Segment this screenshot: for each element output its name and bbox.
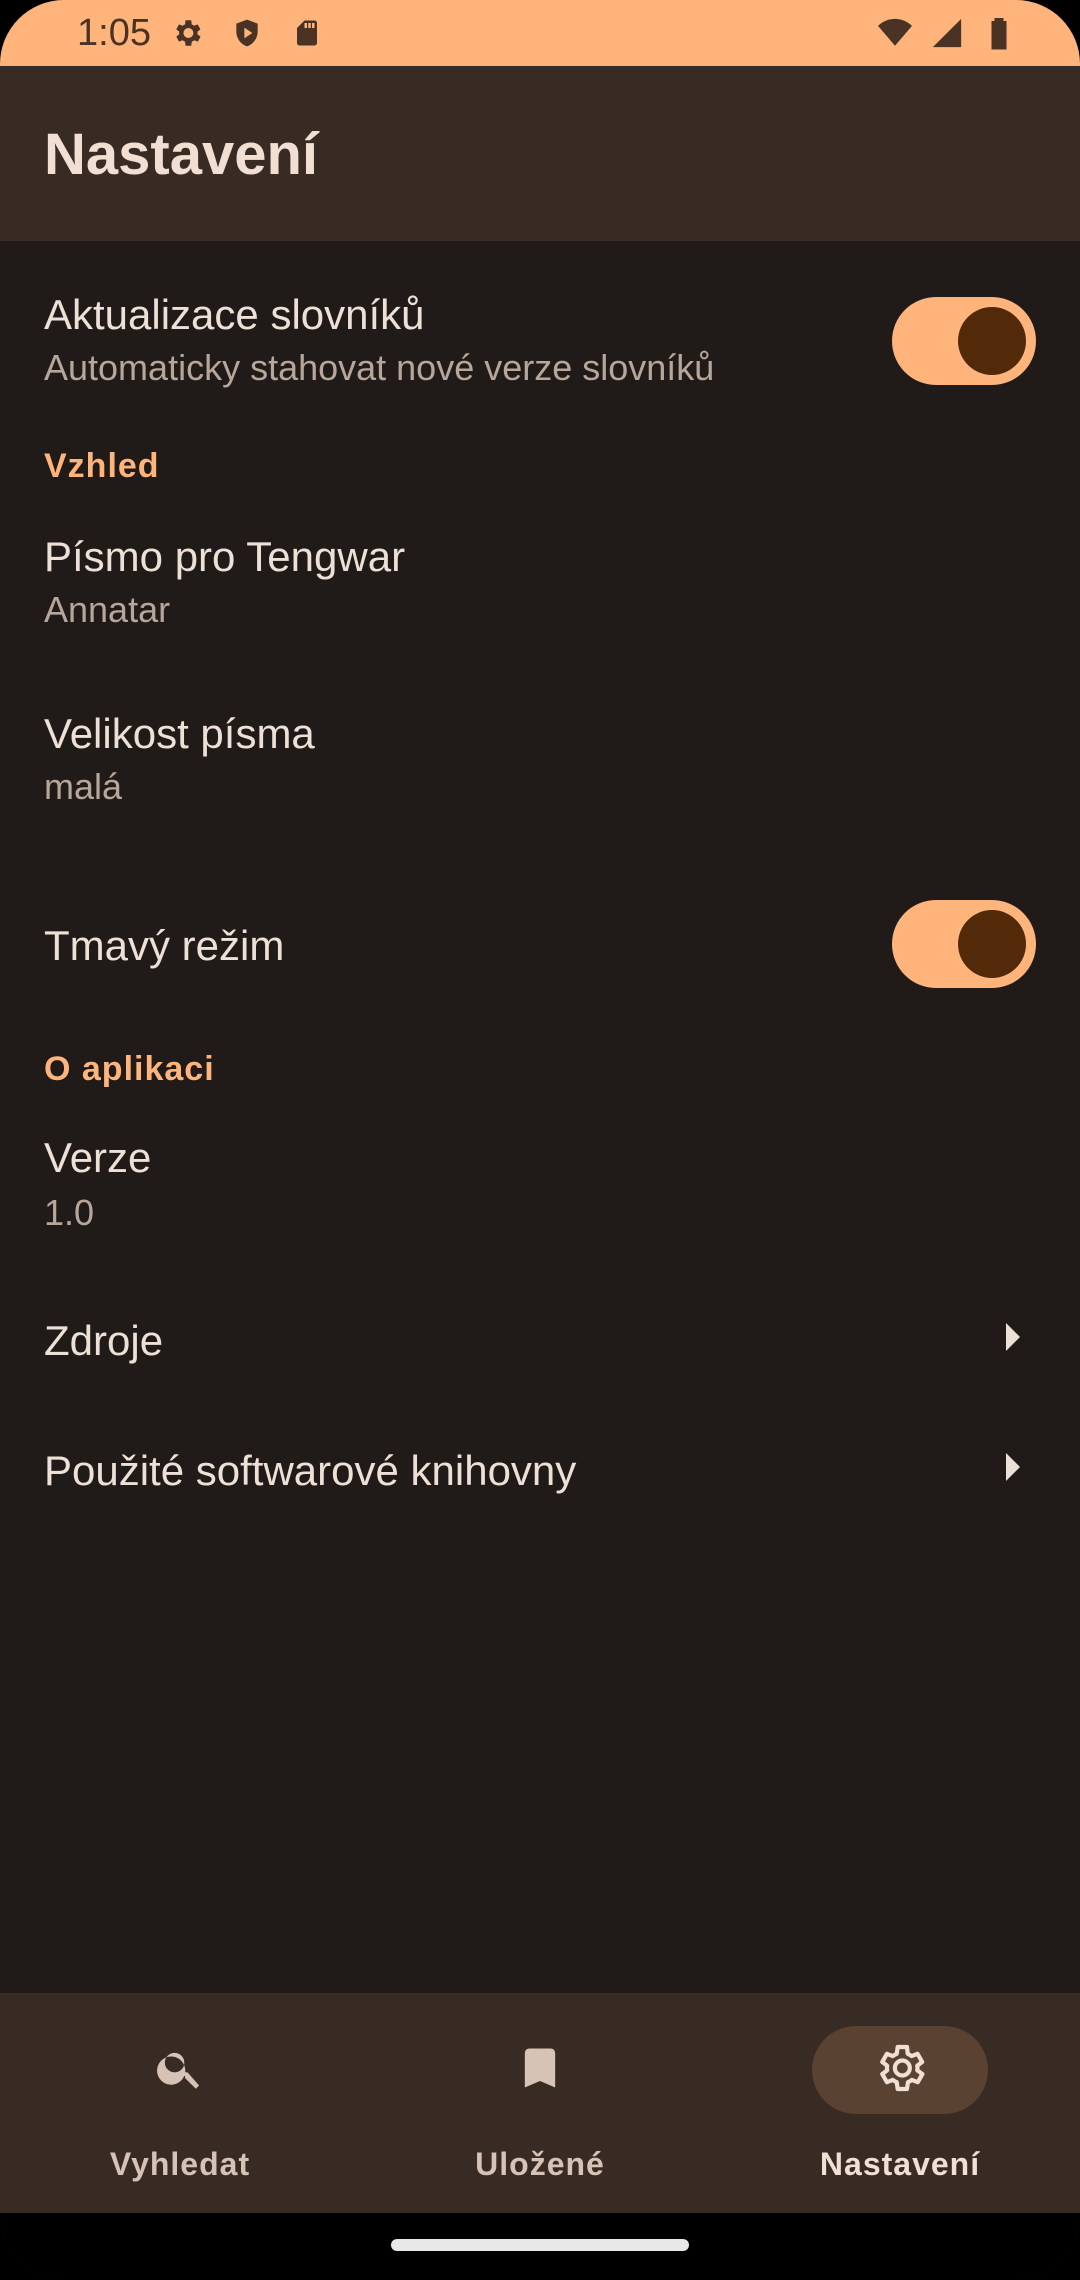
nav-item-search[interactable]: Vyhledat bbox=[0, 1993, 360, 2213]
gear-icon bbox=[168, 14, 206, 52]
tengwar-font-value: Annatar bbox=[44, 589, 171, 630]
nav-pill-search bbox=[92, 2026, 268, 2114]
nav-label-settings: Nastavení bbox=[819, 2146, 981, 2182]
font-size-title: Velikost písma bbox=[44, 710, 315, 757]
signal-icon bbox=[928, 14, 966, 52]
chevron-right-icon bbox=[1006, 1323, 1020, 1351]
app-bar: Nastavení bbox=[0, 66, 1080, 241]
chevron-right-icon bbox=[1006, 1453, 1020, 1481]
dictionary-updates-title: Aktualizace slovníků bbox=[44, 291, 425, 338]
nav-label-saved: Uložené bbox=[475, 2146, 605, 2182]
sources-title: Zdroje bbox=[44, 1317, 164, 1364]
version-preference[interactable]: Verze 1.0 bbox=[0, 1116, 1080, 1286]
about-category-header: O aplikaci bbox=[44, 1050, 215, 1088]
dictionary-updates-preference[interactable]: Aktualizace slovníků Automaticky stahova… bbox=[0, 241, 1080, 411]
font-size-value: malá bbox=[44, 766, 123, 807]
dark-mode-title: Tmavý režim bbox=[44, 922, 285, 969]
version-title: Verze bbox=[44, 1134, 152, 1181]
dictionary-updates-summary: Automaticky stahovat nové verze slovníků bbox=[44, 347, 715, 388]
phone-screen: 1:05 Nastavení Aktualizace slovníků Auto… bbox=[0, 0, 1080, 2280]
status-icons-left bbox=[168, 14, 326, 52]
version-value: 1.0 bbox=[44, 1192, 95, 1233]
sources-preference[interactable]: Zdroje bbox=[0, 1275, 1080, 1405]
nav-item-settings[interactable]: Nastavení bbox=[720, 1993, 1080, 2213]
home-gesture-handle[interactable] bbox=[391, 2239, 689, 2251]
switch-thumb bbox=[958, 910, 1026, 978]
nav-pill-saved bbox=[452, 2026, 628, 2114]
dictionary-updates-switch[interactable] bbox=[892, 297, 1036, 385]
shield-play-icon bbox=[228, 14, 266, 52]
bottom-navigation: Vyhledat Uložené Nastavení bbox=[0, 1993, 1080, 2213]
settings-icon bbox=[872, 2040, 928, 2101]
tengwar-font-preference[interactable]: Písmo pro Tengwar Annatar bbox=[0, 511, 1080, 681]
nav-label-search: Vyhledat bbox=[109, 2146, 251, 2182]
nav-pill-settings bbox=[812, 2026, 988, 2114]
status-bar: 1:05 bbox=[0, 0, 1080, 66]
sd-card-icon bbox=[288, 14, 326, 52]
battery-icon bbox=[980, 14, 1018, 52]
appearance-category-header: Vzhled bbox=[44, 447, 160, 485]
dark-mode-switch[interactable] bbox=[892, 900, 1036, 988]
switch-thumb bbox=[958, 307, 1026, 375]
dark-mode-preference[interactable]: Tmavý režim bbox=[0, 880, 1080, 1010]
libraries-preference[interactable]: Použité softwarové knihovny bbox=[0, 1405, 1080, 1535]
libraries-title: Použité softwarové knihovny bbox=[44, 1447, 577, 1494]
wifi-icon bbox=[876, 14, 914, 52]
page-title: Nastavení bbox=[44, 122, 319, 187]
nav-item-saved[interactable]: Uložené bbox=[360, 1993, 720, 2213]
status-icons-right bbox=[876, 14, 1018, 52]
search-icon bbox=[154, 2042, 206, 2099]
status-time: 1:05 bbox=[77, 12, 151, 54]
bookmark-icon bbox=[514, 2042, 566, 2099]
tengwar-font-title: Písmo pro Tengwar bbox=[44, 533, 406, 580]
font-size-preference[interactable]: Velikost písma malá bbox=[0, 688, 1080, 858]
